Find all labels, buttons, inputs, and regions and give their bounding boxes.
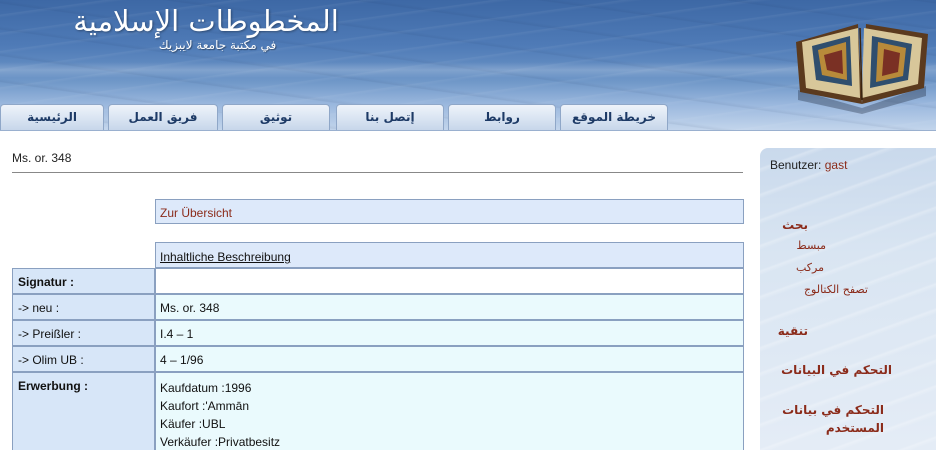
user-label: Benutzer: xyxy=(770,158,822,172)
acquisition-seller: Verkäufer :Privatbesitz xyxy=(160,435,281,449)
user-name[interactable]: gast xyxy=(825,158,848,172)
row-label: -> neu : xyxy=(18,301,60,315)
tab-links[interactable]: روابط xyxy=(448,104,556,130)
row-label: -> Preißler : xyxy=(18,327,82,341)
table-row-label-olim: -> Olim UB : xyxy=(12,346,155,372)
table-row-value-preissler: I.4 – 1 xyxy=(155,320,744,346)
sidebar-item-user-data-line2: المستخدم xyxy=(825,421,884,435)
sidebar-item-user-data-control[interactable]: التحكم في بيانات المستخدم xyxy=(782,403,884,435)
sidebar-item-data-control[interactable]: التحكم في البيانات xyxy=(781,363,892,377)
page-title: Ms. or. 348 xyxy=(12,151,72,165)
sidebar-item-user-data-line1: التحكم في بيانات xyxy=(782,403,884,417)
description-link-box: Inhaltliche Beschreibung xyxy=(155,242,744,268)
description-link[interactable]: Inhaltliche Beschreibung xyxy=(160,250,291,264)
open-manuscript-book-icon xyxy=(796,24,928,114)
nav-divider xyxy=(0,130,936,131)
sidebar-item-browse-catalog[interactable]: تصفح الكتالوج xyxy=(804,283,868,296)
tab-home[interactable]: الرئيسية xyxy=(0,104,104,130)
table-row-value-neu: Ms. or. 348 xyxy=(155,294,744,320)
acquisition-buyer: Käufer :UBL xyxy=(160,417,226,431)
sidebar-heading-search[interactable]: بحث xyxy=(782,218,808,232)
overview-link[interactable]: Zur Übersicht xyxy=(160,206,232,220)
sidebar-item-filter[interactable]: تنقية xyxy=(778,324,808,338)
row-value: 4 – 1/96 xyxy=(160,353,204,367)
acquisition-place: Kaufort :'Ammān xyxy=(160,399,249,413)
acquisition-date: Kaufdatum :1996 xyxy=(160,381,252,395)
row-label: Signatur : xyxy=(18,275,74,289)
row-label: Erwerbung : xyxy=(18,379,89,393)
table-row-label-erwerbung: Erwerbung : xyxy=(12,372,155,450)
title-divider xyxy=(12,172,743,173)
tab-sitemap[interactable]: خريطة الموقع xyxy=(560,104,668,130)
table-row-value-erwerbung: Kaufdatum :1996 Kaufort :'Ammān Käufer :… xyxy=(155,372,744,450)
row-value: Ms. or. 348 xyxy=(160,301,220,315)
table-row-value-signatur xyxy=(155,268,744,294)
sidebar-item-advanced-search[interactable]: مركب xyxy=(796,261,824,274)
sidebar-item-simple-search[interactable]: مبسط xyxy=(797,239,826,252)
overview-link-box: Zur Übersicht xyxy=(155,199,744,224)
table-row-label-neu: -> neu : xyxy=(12,294,155,320)
sidebar: Benutzer: gast بحث مبسط مركب تصفح الكتال… xyxy=(760,148,936,450)
tab-documentation[interactable]: توثيق xyxy=(222,104,330,130)
site-title: المخطوطات الإسلامية xyxy=(73,4,339,38)
row-label: -> Olim UB : xyxy=(18,353,84,367)
table-row-label-signatur: Signatur : xyxy=(12,268,155,294)
tab-contact[interactable]: إتصل بنا xyxy=(336,104,444,130)
row-value: I.4 – 1 xyxy=(160,327,194,341)
table-row-value-olim: 4 – 1/96 xyxy=(155,346,744,372)
tab-team[interactable]: فريق العمل xyxy=(108,104,218,130)
user-status: Benutzer: gast xyxy=(770,158,847,172)
site-subtitle: في مكتبة جامعة لايبزيك xyxy=(158,38,277,52)
table-row-label-preissler: -> Preißler : xyxy=(12,320,155,346)
